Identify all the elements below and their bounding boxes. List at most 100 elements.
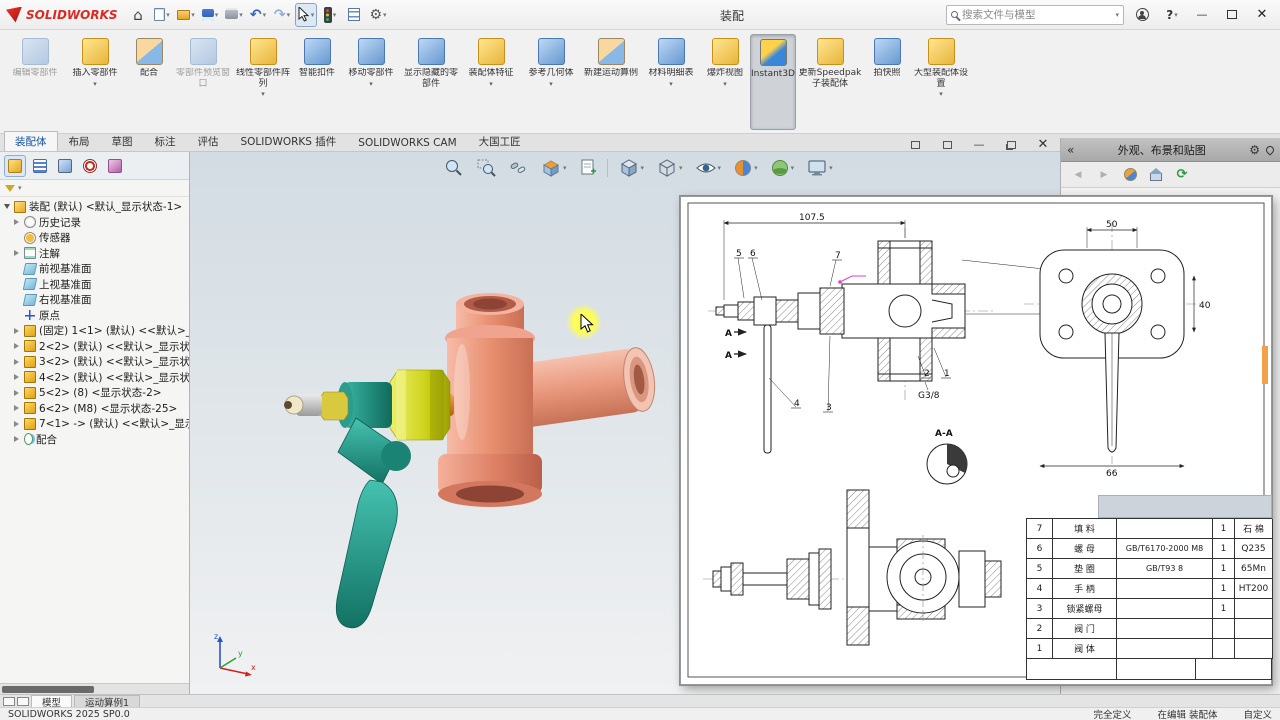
- tree-item-top-plane[interactable]: 上视基准面: [0, 277, 189, 293]
- display-style-button[interactable]: ▾: [654, 156, 685, 180]
- dock-right-button[interactable]: [935, 137, 959, 152]
- tab-markup[interactable]: 标注: [144, 131, 187, 151]
- valve-assembly-model[interactable]: [250, 242, 670, 642]
- ribbon-linear-pattern[interactable]: 线性零部件阵列 ▾: [234, 34, 292, 130]
- ribbon-take-snapshot[interactable]: 拍快照: [864, 34, 910, 130]
- dock-left-button[interactable]: [903, 137, 927, 152]
- tree-item-component-2[interactable]: 2<2> (默认) <<默认>_显示状态 1...: [0, 339, 189, 355]
- tab-sketch[interactable]: 草图: [101, 131, 144, 151]
- expander-icon[interactable]: [14, 390, 23, 396]
- new-document-button[interactable]: ▾: [151, 3, 173, 27]
- tab-assembly[interactable]: 装配体: [4, 131, 58, 151]
- doc-restore-button[interactable]: [999, 137, 1023, 152]
- tab-cam[interactable]: SOLIDWORKS CAM: [347, 134, 467, 151]
- scrollbar-thumb[interactable]: [2, 686, 94, 693]
- close-button[interactable]: [1251, 3, 1273, 27]
- tree-item-component-3[interactable]: 3<2> (默认) <<默认>_显示状态 1...: [0, 354, 189, 370]
- tree-item-front-plane[interactable]: 前视基准面: [0, 261, 189, 277]
- pin-icon[interactable]: [1264, 143, 1276, 156]
- search-box[interactable]: ▾: [946, 4, 1124, 25]
- tree-item-component-7[interactable]: 7<1> -> (默认) <<默认>_显示状态...: [0, 416, 189, 432]
- expander-icon[interactable]: [14, 436, 23, 442]
- tab-propertymanager[interactable]: [29, 155, 51, 177]
- expander-icon[interactable]: [14, 328, 23, 334]
- apply-scene-button[interactable]: ▾: [768, 156, 797, 180]
- tab-featuremanager[interactable]: [4, 154, 26, 177]
- expander-icon[interactable]: [14, 405, 23, 411]
- tab-dimxpert[interactable]: [79, 155, 101, 177]
- tab-daguo[interactable]: 大国工匠: [468, 131, 532, 151]
- print-button[interactable]: ▾: [223, 3, 245, 27]
- collapse-icon[interactable]: [1067, 143, 1074, 157]
- ribbon-edit-component[interactable]: 编辑零部件: [6, 34, 64, 130]
- tree-item-component-4[interactable]: 4<2> (默认) <<默认>_显示状态 1...: [0, 370, 189, 386]
- options-button[interactable]: ▾: [367, 3, 389, 27]
- scenes-button[interactable]: [1147, 166, 1165, 184]
- tree-filter[interactable]: ▾: [0, 180, 189, 197]
- expander-icon[interactable]: [4, 204, 13, 209]
- customize-label[interactable]: 自定义: [1243, 707, 1272, 720]
- ribbon-update-speedpak[interactable]: 更新Speedpak子装配体: [798, 34, 862, 130]
- tree-item-annotations[interactable]: 注解: [0, 246, 189, 262]
- ribbon-large-assembly-settings[interactable]: 大型装配体设置 ▾: [912, 34, 970, 130]
- minimize-button[interactable]: [1191, 3, 1213, 27]
- search-input[interactable]: [962, 8, 1112, 21]
- view-orientation-button[interactable]: ▾: [616, 156, 647, 180]
- open-button[interactable]: ▾: [175, 3, 197, 27]
- tab-motion-study[interactable]: 运动算例1: [74, 695, 141, 709]
- tree-item-component-1[interactable]: (固定) 1<1> (默认) <<默认>_显示...: [0, 323, 189, 339]
- magnifier-lens-button[interactable]: [506, 156, 530, 180]
- tab-layout[interactable]: 布局: [58, 131, 101, 151]
- refresh-button[interactable]: [1173, 166, 1191, 184]
- edit-appearance-button[interactable]: ▾: [731, 156, 760, 180]
- ribbon-smart-fasteners[interactable]: 智能扣件: [294, 34, 340, 130]
- ribbon-instant3d[interactable]: Instant3D: [750, 34, 796, 130]
- zoom-area-button[interactable]: [474, 156, 498, 180]
- redo-button[interactable]: ▾: [271, 3, 293, 27]
- home-button[interactable]: [127, 3, 149, 27]
- view-settings-button[interactable]: ▾: [804, 156, 835, 180]
- ribbon-exploded-view[interactable]: 爆炸视图 ▾: [702, 34, 748, 130]
- tree-item-origin[interactable]: 原点: [0, 308, 189, 324]
- tab-displaymanager[interactable]: [104, 155, 126, 177]
- tree-item-component-6[interactable]: 6<2> (M8) <显示状态-25>: [0, 401, 189, 417]
- help-button[interactable]: ▾: [1161, 3, 1183, 27]
- hide-show-items-button[interactable]: ▾: [693, 156, 724, 180]
- appearances-button[interactable]: [1121, 166, 1139, 184]
- doc-close-button[interactable]: [1031, 137, 1055, 152]
- tab-configurationmanager[interactable]: [54, 155, 76, 177]
- doc-minimize-button[interactable]: [967, 137, 991, 152]
- tab-model[interactable]: 模型: [31, 695, 73, 709]
- tree-item-right-plane[interactable]: 右视基准面: [0, 292, 189, 308]
- ribbon-move-component[interactable]: 移动零部件 ▾: [342, 34, 400, 130]
- maximize-button[interactable]: [1221, 3, 1243, 27]
- select-tool-button[interactable]: ▾: [295, 2, 317, 27]
- expander-icon[interactable]: [14, 374, 23, 380]
- expander-icon[interactable]: [14, 250, 23, 256]
- bom-list-button[interactable]: [343, 3, 365, 27]
- ribbon-mate[interactable]: 配合: [126, 34, 172, 130]
- tree-item-sensors[interactable]: 传感器: [0, 230, 189, 246]
- gear-icon[interactable]: [1249, 143, 1260, 157]
- back-button[interactable]: [1069, 166, 1087, 184]
- expander-icon[interactable]: [14, 421, 23, 427]
- drawing-page[interactable]: 107.5 5 6 7 4 3 2 1 A A G3/8 50 40 66 A-…: [680, 196, 1273, 685]
- expander-icon[interactable]: [14, 359, 23, 365]
- expander-icon[interactable]: [14, 219, 23, 225]
- user-account-button[interactable]: [1131, 3, 1153, 27]
- ribbon-new-motion-study[interactable]: 新建运动算例: [582, 34, 640, 130]
- tree-horizontal-scrollbar[interactable]: [0, 683, 189, 694]
- ribbon-reference-geometry[interactable]: 参考几何体 ▾: [522, 34, 580, 130]
- tab-evaluate[interactable]: 评估: [187, 131, 230, 151]
- save-button[interactable]: ▾: [199, 3, 221, 27]
- selection-filter-button[interactable]: ▾: [319, 3, 341, 27]
- expander-icon[interactable]: [14, 343, 23, 349]
- undo-button[interactable]: ▾: [247, 3, 269, 27]
- ribbon-show-hidden[interactable]: 显示隐藏的零部件: [402, 34, 460, 130]
- tab-addins[interactable]: SOLIDWORKS 插件: [230, 131, 348, 151]
- tree-item-history[interactable]: 历史记录: [0, 215, 189, 231]
- ribbon-assembly-features[interactable]: 装配体特征 ▾: [462, 34, 520, 130]
- section-view-button[interactable]: ▾: [538, 156, 569, 180]
- tree-item-component-5[interactable]: 5<2> (8) <显示状态-2>: [0, 385, 189, 401]
- drawing-sheet-button[interactable]: [577, 156, 599, 180]
